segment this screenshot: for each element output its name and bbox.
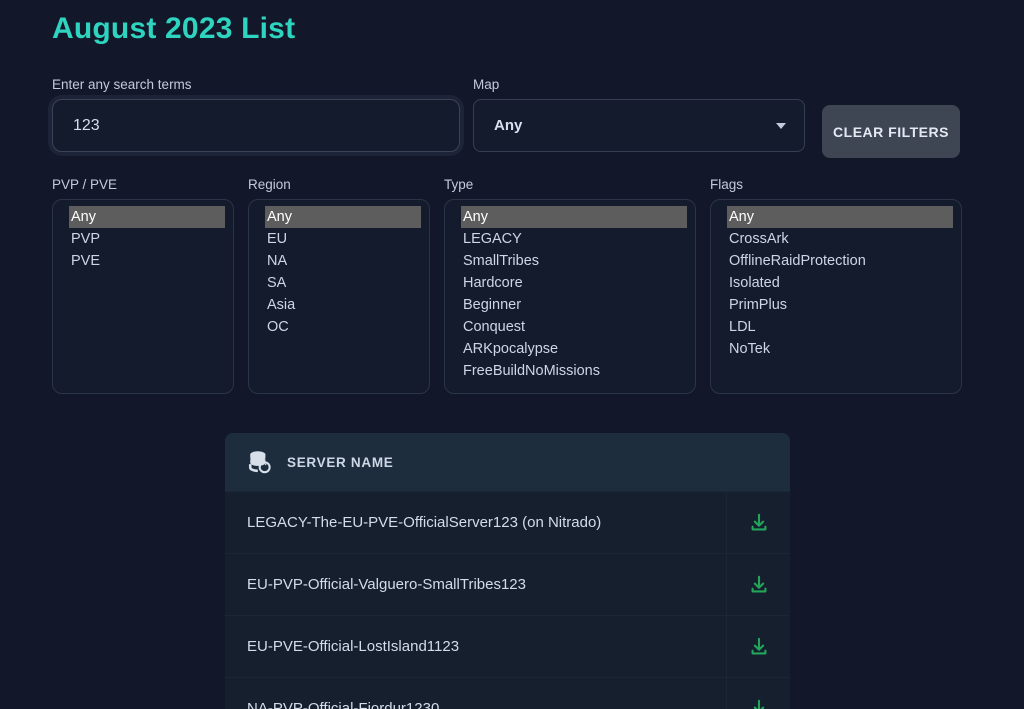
clear-filters-button[interactable]: CLEAR FILTERS xyxy=(822,105,960,158)
download-button[interactable] xyxy=(726,553,790,616)
server-name-cell: LEGACY-The-EU-PVE-OfficialServer123 (on … xyxy=(247,514,602,531)
filter-column-flags: Flags Any CrossArk OfflineRaidProtection Is… xyxy=(710,177,962,394)
search-input-label: Enter any search terms xyxy=(52,77,192,92)
server-name-cell: NA-PVP-Official-Fjordur1230 xyxy=(247,700,440,709)
filter-option-pvppve[interactable]: Any xyxy=(69,206,225,228)
page-title: August 2023 List xyxy=(52,12,296,45)
table-row[interactable]: EU-PVP-Official-Valguero-SmallTribes123 xyxy=(225,553,790,616)
filter-option-flags[interactable]: LDL xyxy=(711,316,961,338)
filter-option-type[interactable]: ARKpocalypse xyxy=(445,338,695,360)
filter-option-type[interactable]: SmallTribes xyxy=(445,250,695,272)
filter-option-type[interactable]: Hardcore xyxy=(445,272,695,294)
table-row[interactable]: EU-PVE-Official-LostIsland1123 xyxy=(225,615,790,678)
map-select[interactable]: Any xyxy=(473,99,805,152)
chevron-down-icon xyxy=(776,122,786,129)
filter-option-flags[interactable]: NoTek xyxy=(711,338,961,360)
filter-option-flags[interactable]: PrimPlus xyxy=(711,294,961,316)
server-name-cell: EU-PVP-Official-Valguero-SmallTribes123 xyxy=(247,576,526,593)
app-root: August 2023 List Enter any search terms … xyxy=(0,0,1024,709)
filter-option-region[interactable]: SA xyxy=(249,272,429,294)
filter-option-flags[interactable]: Any xyxy=(727,206,953,228)
map-select-value: Any xyxy=(494,117,523,134)
results-header-label: SERVER NAME xyxy=(287,454,394,470)
filter-listbox-flags[interactable]: Any CrossArk OfflineRaidProtection Isolated… xyxy=(710,199,962,394)
filter-option-type[interactable]: FreeBuildNoMissions xyxy=(445,360,695,382)
download-button[interactable] xyxy=(726,615,790,678)
search-input[interactable] xyxy=(52,99,460,152)
filter-option-pvppve[interactable]: PVE xyxy=(53,250,233,272)
filter-column-type: Type Any LEGACY SmallTribes Hardcore Beginne… xyxy=(444,177,696,394)
filter-column-region: Region Any EU NA SA Asia OC xyxy=(248,177,430,394)
filter-listbox-region[interactable]: Any EU NA SA Asia OC xyxy=(248,199,430,394)
filter-label-pvppve: PVP / PVE xyxy=(52,177,118,192)
filter-option-pvppve[interactable]: PVP xyxy=(53,228,233,250)
filter-option-type[interactable]: LEGACY xyxy=(445,228,695,250)
filter-option-flags[interactable]: CrossArk xyxy=(711,228,961,250)
table-row[interactable]: NA-PVP-Official-Fjordur1230 xyxy=(225,677,790,709)
download-button[interactable] xyxy=(726,677,790,709)
filter-option-flags[interactable]: OfflineRaidProtection xyxy=(711,250,961,272)
table-row[interactable]: LEGACY-The-EU-PVE-OfficialServer123 (on … xyxy=(225,491,790,554)
filter-option-region[interactable]: OC xyxy=(249,316,429,338)
download-icon xyxy=(751,637,766,654)
map-field-group: Map Any xyxy=(473,77,805,152)
download-button[interactable] xyxy=(726,491,790,554)
filter-option-region[interactable]: NA xyxy=(249,250,429,272)
filter-option-type[interactable]: Beginner xyxy=(445,294,695,316)
filter-label-flags: Flags xyxy=(710,177,744,192)
filter-option-region[interactable]: EU xyxy=(249,228,429,250)
filter-label-type: Type xyxy=(444,177,474,192)
filter-option-type[interactable]: Any xyxy=(461,206,687,228)
filter-option-flags[interactable]: Isolated xyxy=(711,272,961,294)
filter-option-region[interactable]: Any xyxy=(265,206,421,228)
filter-listbox-pvppve[interactable]: Any PVP PVE xyxy=(52,199,234,394)
server-name-cell: EU-PVE-Official-LostIsland1123 xyxy=(247,638,460,655)
search-field-group: Enter any search terms xyxy=(52,77,460,152)
filter-label-region: Region xyxy=(248,177,291,192)
filter-option-region[interactable]: Asia xyxy=(249,294,429,316)
download-icon xyxy=(753,699,764,709)
download-icon xyxy=(751,575,766,592)
download-icon xyxy=(751,513,766,530)
map-select-label: Map xyxy=(473,77,500,92)
filter-listbox-type[interactable]: Any LEGACY SmallTribes Hardcore Beginner Conq… xyxy=(444,199,696,394)
results-table: SERVER NAME LEGACY-The-EU-PVE-OfficialSe… xyxy=(225,433,790,709)
database-refresh-icon xyxy=(248,451,271,474)
filter-column-pvppve: PVP / PVE Any PVP PVE xyxy=(52,177,234,394)
results-rows: LEGACY-The-EU-PVE-OfficialServer123 (on … xyxy=(225,491,790,709)
filter-option-type[interactable]: Conquest xyxy=(445,316,695,338)
results-table-header: SERVER NAME xyxy=(225,433,790,491)
